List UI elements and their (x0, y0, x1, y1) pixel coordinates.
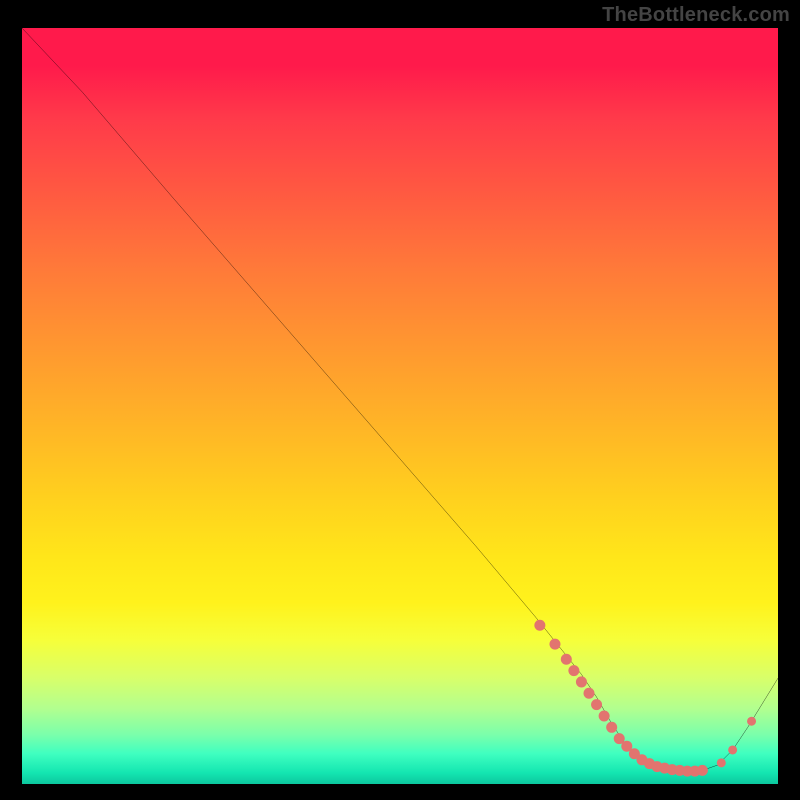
dot (549, 639, 560, 650)
watermark-text: TheBottleneck.com (602, 4, 790, 27)
dot (583, 688, 594, 699)
highlight-dots (534, 620, 756, 777)
bottleneck-curve (22, 28, 778, 771)
dot (717, 758, 726, 767)
dot (561, 654, 572, 665)
dot (728, 745, 737, 754)
curve-svg (22, 28, 778, 784)
dot (568, 665, 579, 676)
plot-area (22, 28, 778, 784)
dot (591, 699, 602, 710)
dot (747, 717, 756, 726)
dot (606, 722, 617, 733)
dot (534, 620, 545, 631)
dot (599, 710, 610, 721)
chart-stage: TheBottleneck.com (0, 0, 800, 800)
dot (576, 676, 587, 687)
dot (697, 765, 708, 776)
